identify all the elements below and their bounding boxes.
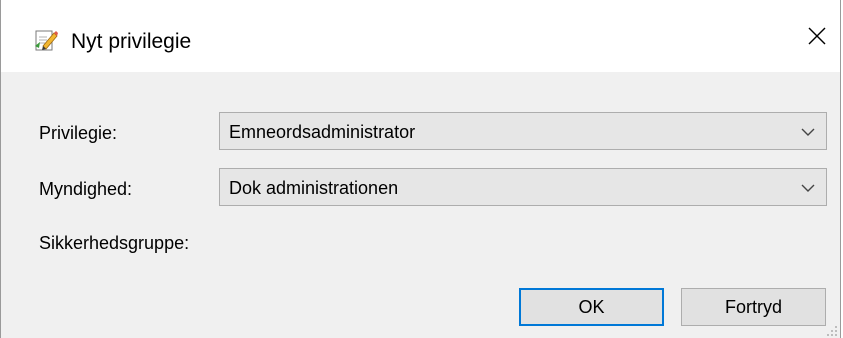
chevron-down-icon — [800, 181, 816, 193]
edit-document-icon — [34, 28, 58, 52]
authority-combobox[interactable]: Dok administrationen — [219, 168, 827, 206]
authority-label: Myndighed: — [39, 179, 133, 199]
dialog-window: Nyt privilegie Privilegie: Emneordsadmin… — [0, 0, 841, 338]
close-button[interactable] — [794, 15, 840, 61]
privilege-selected-value: Emneordsadministrator — [229, 122, 416, 142]
chevron-down-icon — [800, 125, 816, 137]
security-group-label: Sikkerhedsgruppe: — [39, 233, 190, 253]
privilege-label: Privilegie: — [39, 123, 118, 143]
title-bar: Nyt privilegie — [1, 0, 840, 72]
dialog-title: Nyt privilegie — [71, 30, 192, 53]
authority-selected-value: Dok administrationen — [229, 178, 399, 198]
close-icon — [808, 27, 826, 50]
dialog-body: Privilegie: Emneordsadministrator Myndig… — [1, 72, 840, 338]
privilege-combobox[interactable]: Emneordsadministrator — [219, 112, 827, 150]
resize-grip-icon[interactable] — [826, 324, 838, 336]
ok-button[interactable]: OK — [519, 288, 664, 326]
cancel-button[interactable]: Fortryd — [681, 288, 826, 326]
